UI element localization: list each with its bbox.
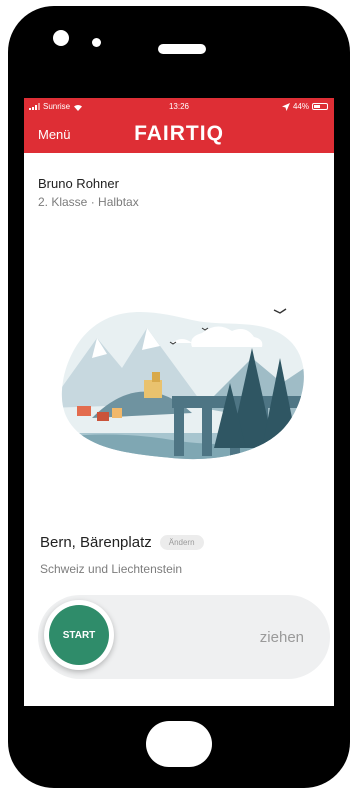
ticket-class-info: 2. Klasse · Halbtax	[38, 195, 139, 209]
start-knob[interactable]: START	[44, 600, 114, 670]
battery-percent: 44%	[292, 102, 309, 111]
landscape-illustration	[61, 308, 304, 460]
location-arrow-icon	[281, 102, 290, 111]
home-button[interactable]	[146, 721, 212, 767]
location-row: Bern, Bärenplatz Ändern	[40, 534, 204, 551]
battery-icon	[312, 103, 328, 110]
slider-hint: ziehen	[259, 629, 304, 646]
user-name: Bruno Rohner	[38, 176, 119, 191]
start-slider[interactable]: START ziehen	[38, 595, 330, 679]
change-location-button[interactable]: Ändern	[159, 535, 204, 550]
app-screen: Sunrise 13:26 44% Menü FAIRTIQ Bruno Roh…	[24, 98, 334, 706]
brand-logo: FAIRTIQ	[134, 122, 224, 145]
location-name: Bern, Bärenplatz	[40, 534, 152, 551]
camera-icon	[53, 30, 69, 46]
location-region: Schweiz und Liechtenstein	[40, 562, 183, 576]
status-bar: Sunrise 13:26 44%	[24, 98, 334, 116]
nav-bar: Menü FAIRTIQ	[24, 116, 334, 153]
speaker-grille	[158, 44, 206, 54]
start-button[interactable]: START	[49, 605, 109, 665]
sensor-icon	[92, 38, 101, 47]
